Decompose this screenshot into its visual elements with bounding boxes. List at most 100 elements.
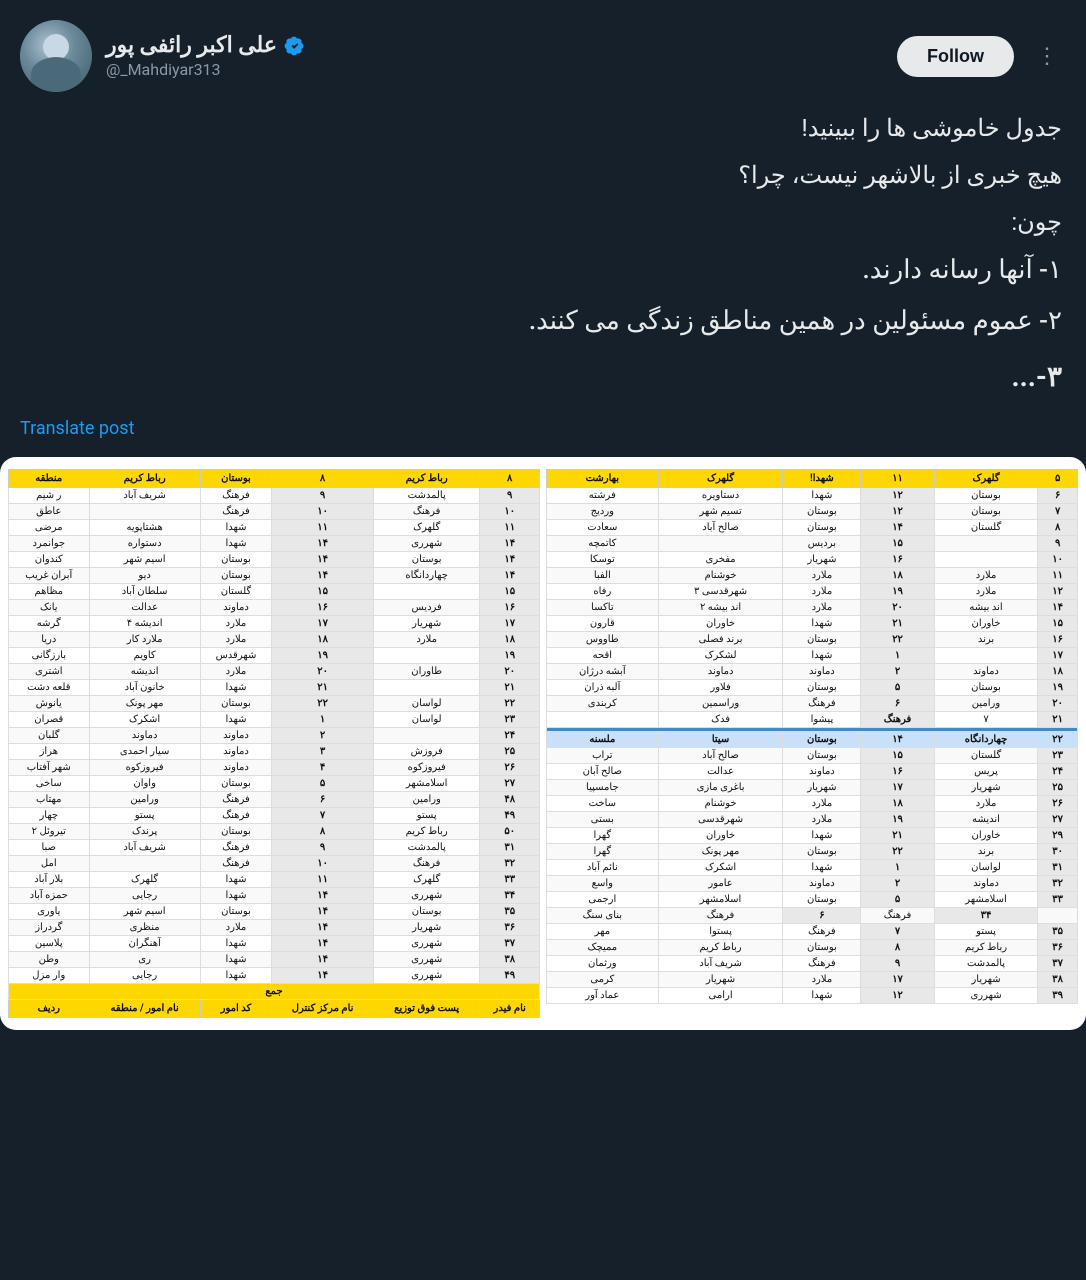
cell: ساخت <box>547 796 659 812</box>
tweet-line-2: هیچ خبری از بالاشهر نیست، چرا؟ <box>24 155 1062 196</box>
cell: ۱۴ <box>272 536 374 552</box>
table-row: گردراز منظری ملارد ۱۴ شهریار ۳۶ <box>9 920 540 936</box>
cell: اسلامشهر <box>373 776 480 792</box>
cell: ۱۵ <box>272 584 374 600</box>
cell: حمزه آباد <box>9 888 90 904</box>
cell: پالمدشت <box>934 956 1037 972</box>
cell: ۱۴ <box>861 732 934 748</box>
cell: چهاردانگاه <box>934 732 1037 748</box>
cell: بستی <box>547 812 659 828</box>
follow-button[interactable]: Follow <box>897 36 1014 77</box>
cell: عدالت <box>658 764 783 780</box>
cell: خوشنام <box>658 796 783 812</box>
cell: ۲۲ <box>272 696 374 712</box>
cell: پالمدشت <box>373 488 480 504</box>
table-row: کاتمچه بردیس ۱۵ ۹ <box>547 536 1078 552</box>
cell <box>934 648 1037 664</box>
cell: ارجمی <box>547 892 659 908</box>
footer-header-name: نام امور / منطقه <box>89 1000 200 1018</box>
cell: شهرری <box>373 536 480 552</box>
cell: کاویم <box>89 648 200 664</box>
cell: اسیم شهر <box>89 904 200 920</box>
table-row: فرشته دستاویره شهدا ۱۲ بوستان ۶ <box>547 488 1078 504</box>
cell: ۷ <box>861 924 934 940</box>
cell: قصران <box>9 712 90 728</box>
left-table-wrapper: منطقه رباط کریم بوستان ۸ رباط کریم ۸ ر ش… <box>8 469 540 1018</box>
table-row: شهر آفتاب فیروزکوه دماوند ۴ فیروزکوه ۲۶ <box>9 760 540 776</box>
cell: بوستان <box>200 824 272 840</box>
footer-cell: جمع <box>9 984 540 1000</box>
more-options-button[interactable]: ⋮ <box>1028 39 1066 73</box>
cell: ۲ <box>861 664 934 680</box>
cell: ۱۴ <box>861 520 934 536</box>
cell: ۳۵ <box>1038 924 1078 940</box>
cell: ۱۸ <box>861 568 934 584</box>
cell: فرهنگ <box>783 956 861 972</box>
cell: شهر آفتاب <box>9 760 90 776</box>
cell: شریف آباد <box>89 488 200 504</box>
col-header-رباط-کریم2: رباط کریم <box>373 470 480 488</box>
cell: بوستان <box>934 504 1037 520</box>
translate-link[interactable]: Translate post <box>20 418 1066 439</box>
cell: دماوند <box>200 728 272 744</box>
cell: اسلامشهر <box>934 892 1037 908</box>
section-header-row: ملسنه سیتا بوستان ۱۴ چهاردانگاه ۲۲ <box>547 732 1078 748</box>
cell: شهدا <box>200 536 272 552</box>
cell: پالمدشت <box>373 840 480 856</box>
cell: گلستان <box>934 748 1037 764</box>
cell <box>1038 908 1078 924</box>
cell: برند <box>934 632 1037 648</box>
table-row: بستی شهرقدسی ملارد ۱۹ اندیشه ۲۷ <box>547 812 1078 828</box>
table-row: ممیچک رباط کریم بوستان ۸ رباط کریم ۳۶ <box>547 940 1078 956</box>
cell: فرهنگ <box>373 504 480 520</box>
cell: فرهنگ <box>783 924 861 940</box>
cell: ۵ <box>272 776 374 792</box>
cell: ۳۱ <box>480 840 540 856</box>
cell: ری <box>89 952 200 968</box>
cell: طاوران <box>373 664 480 680</box>
cell: ۳۲ <box>1038 876 1078 892</box>
cell: دماوند <box>658 664 783 680</box>
cell: ۱۰ <box>480 504 540 520</box>
cell: بوستان <box>373 552 480 568</box>
cell: پستو <box>373 808 480 824</box>
cell: سلطان آباد <box>89 584 200 600</box>
cell: پستو <box>89 808 200 824</box>
cell: ۹ <box>1038 536 1078 552</box>
cell: شهرری <box>373 968 480 984</box>
cell: مرضی <box>9 520 90 536</box>
cell: ملارد <box>200 920 272 936</box>
cell: فرهنگ <box>658 908 783 924</box>
table-row: نائم آباد اشکرک شهدا ۱ لواسان ۳۱ <box>547 860 1078 876</box>
table-row: اقحه لشکرک شهدا ۱ ۱۷ <box>547 648 1078 664</box>
cell: ملارد <box>783 600 861 616</box>
cell: ۱۸ <box>480 632 540 648</box>
cell: کاتمچه <box>547 536 659 552</box>
cell: ۲۱ <box>272 680 374 696</box>
cell: شهدا <box>200 872 272 888</box>
cell: گلستان <box>934 520 1037 536</box>
cell: دماوند <box>783 876 861 892</box>
cell <box>934 536 1037 552</box>
cell: شهرری <box>373 952 480 968</box>
cell: ۵۰ <box>480 824 540 840</box>
cell: ۱ <box>861 648 934 664</box>
cell: صبا <box>9 840 90 856</box>
cell: ۲۶ <box>480 760 540 776</box>
table-row: مهتاب ورامین فرهنگ ۶ ورامین ۴۸ <box>9 792 540 808</box>
table-row: رفاه شهرقدسی ۳ ملارد ۱۹ ملارد ۱۲ <box>547 584 1078 600</box>
cell: نائم آباد <box>547 860 659 876</box>
cell: ۱۴ <box>272 904 374 920</box>
cell: وار مزل <box>9 968 90 984</box>
cell: بوستان <box>783 680 861 696</box>
cell: ممیچک <box>547 940 659 956</box>
display-name-text: علی اکبر رائفی پور <box>106 33 277 58</box>
cell: دماوند <box>200 760 272 776</box>
cell: خاوران <box>658 616 783 632</box>
table-row: سعادت صالح آباد بوستان ۱۴ گلستان ۸ <box>547 520 1078 536</box>
cell: ۱۴ <box>272 936 374 952</box>
cell: تیروئل ۲ <box>9 824 90 840</box>
cell: بردیس <box>783 536 861 552</box>
footer-header-post: پست فوق توزیع <box>373 1000 480 1018</box>
cell: ۱۴ <box>272 552 374 568</box>
